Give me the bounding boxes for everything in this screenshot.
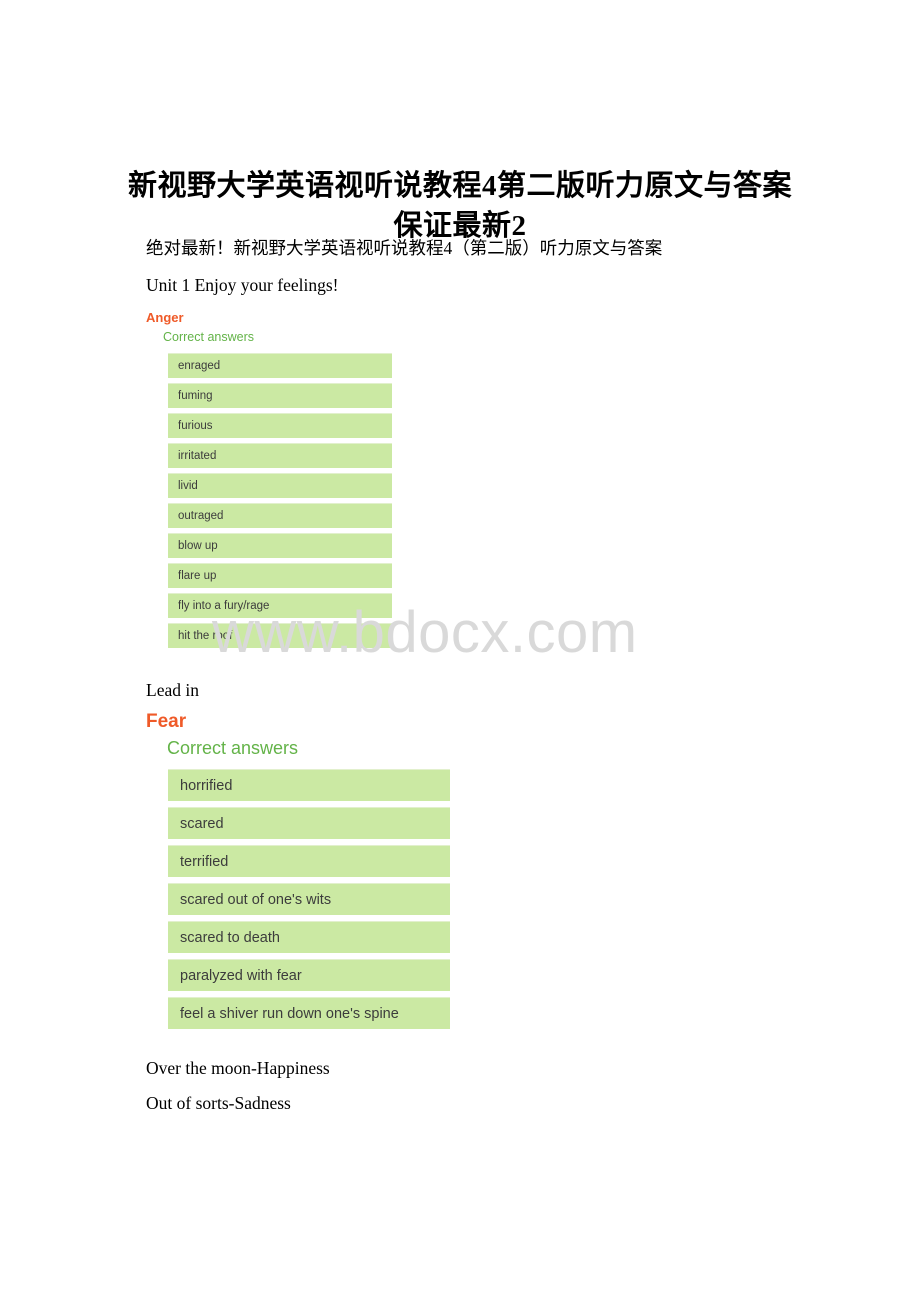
list-item: horrified [168,769,450,802]
emotion-heading-anger: Anger [146,310,184,325]
lead-in-heading: Lead in [146,680,199,700]
list-item: paralyzed with fear [168,959,450,992]
correct-answers-label-anger: Correct answers [163,329,254,344]
list-item: irritated [168,442,392,468]
document-page: www.bdocx.com 新视野大学英语视听说教程4第二版听力原文与答案保证最… [0,0,920,1302]
list-item: enraged [168,352,392,378]
closing-line-happiness: Over the moon-Happiness [146,1058,330,1078]
list-item: hit the roof [168,622,392,648]
list-item: outraged [168,502,392,528]
answer-block-fear: Fear Correct answers horrified scared te… [146,711,450,1035]
list-item: livid [168,472,392,498]
emotion-heading-fear: Fear [146,711,187,732]
closing-line-sadness: Out of sorts-Sadness [146,1093,291,1113]
document-subtitle: 绝对最新！新视野大学英语视听说教程4（第二版）听力原文与答案 [146,238,663,258]
list-item: scared out of one's wits [168,883,450,916]
list-item: flare up [168,562,392,588]
page-title: 新视野大学英语视听说教程4第二版听力原文与答案保证最新2 [127,170,792,242]
answer-list-fear: horrified scared terrified scared out of… [168,769,450,1030]
correct-answers-label-fear: Correct answers [167,737,299,758]
answer-list-anger: enraged fuming furious irritated livid o… [168,352,392,648]
list-item: scared to death [168,921,450,954]
list-item: terrified [168,845,450,878]
list-item: fuming [168,382,392,408]
list-item: furious [168,412,392,438]
answer-block-anger: Anger Correct answers enraged fuming fur… [146,310,392,653]
list-item: feel a shiver run down one's spine [168,997,450,1030]
list-item: blow up [168,532,392,558]
list-item: scared [168,807,450,840]
unit-heading: Unit 1 Enjoy your feelings! [146,275,339,295]
list-item: fly into a fury/rage [168,592,392,618]
